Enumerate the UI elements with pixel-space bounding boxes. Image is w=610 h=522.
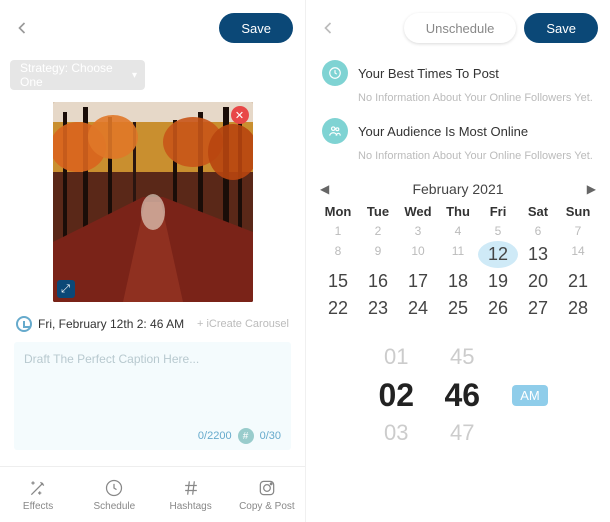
cal-day[interactable]: 25 [438, 295, 478, 322]
cal-day[interactable]: 2 [358, 221, 398, 241]
calendar: ◀ February 2021 ▶ MonTueWedThuFriSatSun … [318, 176, 598, 322]
expand-icon[interactable]: ⤢ [57, 280, 75, 298]
clock-icon [16, 316, 32, 332]
cal-day[interactable]: 7 [558, 221, 598, 241]
cal-day[interactable]: 24 [398, 295, 438, 322]
hashtag-icon: # [238, 428, 254, 444]
save-button[interactable]: Save [219, 13, 293, 43]
schedule-tool[interactable]: Schedule [76, 467, 152, 522]
cal-day[interactable]: 9 [358, 241, 398, 268]
cal-day[interactable]: 16 [358, 268, 398, 295]
effects-tool[interactable]: Effects [0, 467, 76, 522]
audience-sub: No Information About Your Online Followe… [358, 150, 610, 162]
cal-day[interactable]: 26 [478, 295, 518, 322]
caption-input[interactable]: Draft The Perfect Caption Here... 0/2200… [14, 342, 291, 450]
cal-day[interactable]: 20 [518, 268, 558, 295]
cal-dow: Wed [398, 202, 438, 221]
save-button[interactable]: Save [524, 13, 598, 43]
cal-day[interactable]: 4 [438, 221, 478, 241]
cal-day[interactable]: 13 [518, 241, 558, 268]
cal-day[interactable]: 5 [478, 221, 518, 241]
bottom-toolbar: Effects Schedule Hashtags Copy & Post [0, 466, 305, 522]
clock-icon [104, 478, 124, 498]
cal-next-icon[interactable]: ▶ [587, 182, 596, 196]
scheduled-time[interactable]: Fri, February 12th 2: 46 AM [38, 317, 184, 331]
cal-day[interactable]: 10 [398, 241, 438, 268]
unschedule-button[interactable]: Unschedule [404, 13, 517, 43]
caption-placeholder: Draft The Perfect Caption Here... [24, 352, 281, 366]
cal-day[interactable]: 15 [318, 268, 358, 295]
cal-day[interactable]: 23 [358, 295, 398, 322]
hashtag-icon [181, 478, 201, 498]
chevron-down-icon: ▾ [132, 70, 137, 81]
minute-wheel[interactable]: 45 46 47 [434, 342, 490, 448]
back-icon[interactable] [12, 18, 32, 38]
hour-wheel[interactable]: 01 02 03 [368, 342, 424, 448]
cal-prev-icon[interactable]: ◀ [320, 182, 329, 196]
cal-day[interactable]: 27 [518, 295, 558, 322]
hashtags-tool[interactable]: Hashtags [153, 467, 229, 522]
cal-month: February 2021 [412, 181, 503, 197]
clock-icon [322, 60, 348, 86]
create-carousel-link[interactable]: + iCreate Carousel [197, 318, 289, 330]
cal-day[interactable]: 19 [478, 268, 518, 295]
cal-day[interactable]: 11 [438, 241, 478, 268]
cal-day[interactable]: 17 [398, 268, 438, 295]
cal-dow: Tue [358, 202, 398, 221]
ampm-toggle[interactable]: AM [512, 385, 548, 406]
best-times-row[interactable]: Your Best Times To Post [306, 56, 610, 90]
cal-day[interactable]: 28 [558, 295, 598, 322]
cal-day[interactable]: 22 [318, 295, 358, 322]
remove-image-icon[interactable]: ✕ [231, 106, 249, 124]
cal-dow: Sun [558, 202, 598, 221]
back-icon[interactable] [318, 18, 338, 38]
copy-post-tool[interactable]: Copy & Post [229, 467, 305, 522]
best-times-sub: No Information About Your Online Followe… [358, 92, 610, 104]
char-counter: 0/2200 [198, 430, 232, 442]
image-preview[interactable]: ✕ ⤢ [53, 102, 253, 302]
cal-dow: Fri [478, 202, 518, 221]
cal-dow: Mon [318, 202, 358, 221]
strategy-label: Strategy: Choose One [20, 61, 135, 89]
cal-day[interactable]: 12 [478, 241, 518, 268]
cal-day[interactable]: 21 [558, 268, 598, 295]
instagram-icon [257, 478, 277, 498]
cal-day[interactable]: 6 [518, 221, 558, 241]
cal-day[interactable]: 8 [318, 241, 358, 268]
cal-dow: Thu [438, 202, 478, 221]
cal-day[interactable]: 1 [318, 221, 358, 241]
audience-row[interactable]: Your Audience Is Most Online [306, 114, 610, 148]
hashtag-counter: 0/30 [260, 430, 281, 442]
cal-day[interactable]: 14 [558, 241, 598, 268]
time-picker[interactable]: 01 02 03 45 46 47 AM [306, 342, 610, 448]
cal-day[interactable]: 18 [438, 268, 478, 295]
cal-dow: Sat [518, 202, 558, 221]
people-icon [322, 118, 348, 144]
cal-day[interactable]: 3 [398, 221, 438, 241]
strategy-dropdown[interactable]: Strategy: Choose One ▾ [10, 60, 145, 90]
wand-icon [28, 478, 48, 498]
